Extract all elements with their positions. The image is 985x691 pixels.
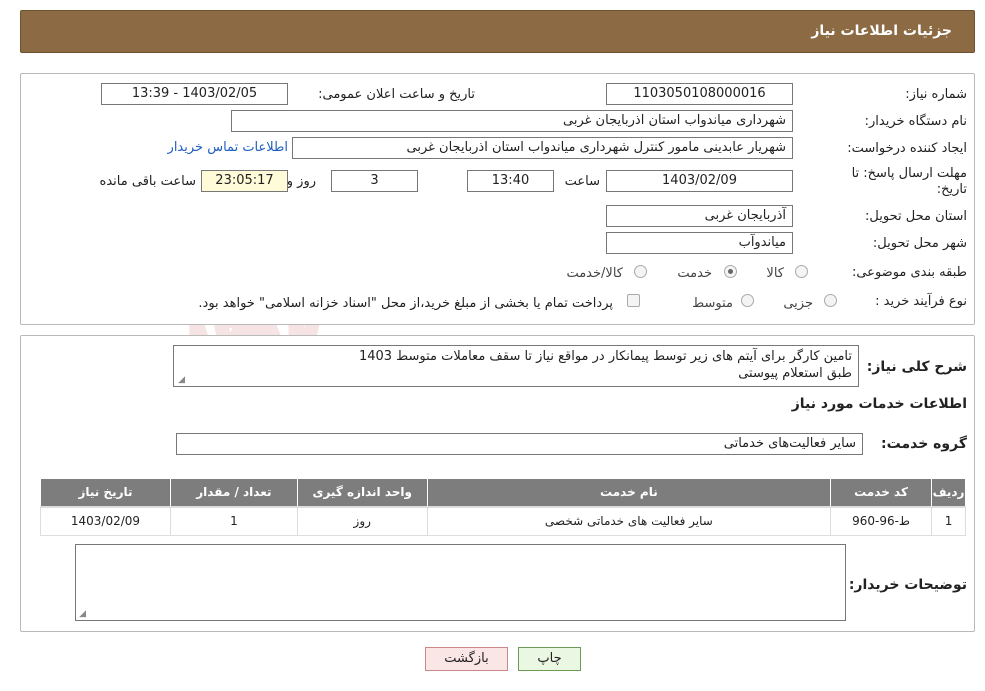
summary-line-2: طبق استعلام پیوستی [738, 366, 852, 381]
remaining-time-label: ساعت باقی مانده [99, 174, 196, 189]
cell-name: سایر فعالیت های خدماتی شخصی [426, 506, 832, 536]
deadline-label-date: تاریخ: [936, 182, 967, 197]
category-option-both-radio[interactable] [634, 265, 647, 278]
resize-grip-icon[interactable]: ◢ [176, 376, 185, 385]
delivery-city-field: میاندوآب [606, 232, 793, 254]
process-option-medium-radio[interactable] [741, 294, 754, 307]
process-option-medium-label: متوسط [692, 296, 733, 311]
col-row-header: ردیف [931, 478, 966, 508]
cell-date: 1403/02/09 [40, 506, 171, 536]
need-number-field: 1103050108000016 [606, 83, 793, 105]
requester-label: ایجاد کننده درخواست: [847, 141, 967, 156]
services-heading: اطلاعات خدمات مورد نیاز [791, 396, 967, 412]
deadline-time-label: ساعت [564, 174, 600, 189]
announce-datetime-label: تاریخ و ساعت اعلان عمومی: [318, 87, 475, 102]
category-option-both-label: کالا/خدمت [566, 266, 623, 281]
services-table: ردیف کد خدمت نام خدمت واحد اندازه گیری ت… [40, 478, 966, 536]
deadline-date-field: 1403/02/09 [606, 170, 793, 192]
treasury-bonds-checkbox[interactable] [627, 294, 640, 307]
cell-code: ط-96-960 [830, 506, 933, 536]
buyer-contact-link[interactable]: اطلاعات تماس خریدار [168, 140, 288, 155]
col-code-header: کد خدمت [830, 478, 933, 508]
remaining-days-label: روز و [286, 174, 316, 189]
cell-row: 1 [931, 506, 966, 536]
col-unit-header: واحد اندازه گیری [296, 478, 428, 508]
process-option-minor-label: جزیی [783, 296, 813, 311]
page-header: جزئیات اطلاعات نیاز [20, 10, 975, 53]
category-option-service-radio[interactable] [724, 265, 737, 278]
need-number-label: شماره نیاز: [905, 87, 967, 102]
summary-line-1: تامین کارگر برای آیتم های زیر توسط پیمان… [358, 349, 852, 364]
treasury-bonds-note: پرداخت تمام یا بخشی از مبلغ خرید،از محل … [198, 296, 613, 311]
delivery-city-label: شهر محل تحویل: [872, 236, 967, 251]
delivery-province-field: آذربایجان غربی [606, 205, 793, 227]
print-button[interactable]: چاپ [518, 647, 581, 671]
category-option-service-label: خدمت [677, 266, 712, 281]
remaining-time-field: 23:05:17 [201, 170, 288, 192]
buyer-notes-label: توضیحات خریدار: [848, 577, 967, 593]
resize-grip-icon[interactable]: ◢ [77, 610, 86, 619]
cell-qty: 1 [169, 506, 298, 536]
summary-textarea[interactable]: تامین کارگر برای آیتم های زیر توسط پیمان… [173, 345, 859, 387]
buyer-notes-textarea[interactable] [75, 544, 846, 621]
col-date-header: تاریخ نیاز [40, 478, 171, 508]
process-type-label: نوع فرآیند خرید : [875, 294, 967, 309]
back-button[interactable]: بازگشت [425, 647, 508, 671]
category-option-goods-radio[interactable] [795, 265, 808, 278]
buyer-org-label: نام دستگاه خریدار: [864, 114, 967, 129]
col-qty-header: تعداد / مقدار [169, 478, 298, 508]
category-option-goods-label: کالا [766, 266, 784, 281]
table-row: 1 ط-96-960 سایر فعالیت های خدماتی شخصی ر… [40, 506, 966, 536]
requester-field: شهریار عابدینی مامور کنترل شهرداری میاند… [292, 137, 793, 159]
page-title: جزئیات اطلاعات نیاز [811, 23, 952, 39]
cell-unit: روز [296, 506, 428, 536]
deadline-label: مهلت ارسال پاسخ: تا [851, 166, 967, 181]
service-group-field: سایر فعالیت‌های خدماتی [176, 433, 863, 455]
category-label: طبقه بندی موضوعی: [851, 265, 967, 280]
service-group-label: گروه خدمت: [881, 436, 967, 452]
delivery-province-label: استان محل تحویل: [865, 209, 967, 224]
announce-datetime-field: 1403/02/05 - 13:39 [101, 83, 288, 105]
table-header-row: ردیف کد خدمت نام خدمت واحد اندازه گیری ت… [40, 478, 966, 508]
remaining-days-field: 3 [331, 170, 418, 192]
buyer-org-field: شهرداری میاندواب استان اذربایجان غربی [231, 110, 793, 132]
summary-label: شرح کلی نیاز: [866, 359, 967, 375]
process-option-minor-radio[interactable] [824, 294, 837, 307]
deadline-time-field: 13:40 [467, 170, 554, 192]
col-name-header: نام خدمت [426, 478, 832, 508]
